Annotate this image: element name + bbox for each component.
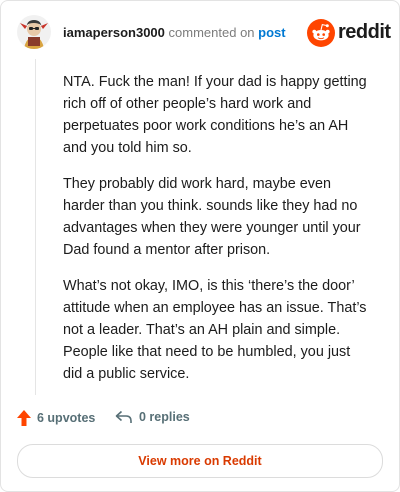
avatar-icon (17, 15, 51, 49)
reddit-brand-link[interactable]: reddit (307, 19, 391, 47)
upvote-arrow-icon (17, 410, 31, 426)
comment-thread-line (35, 59, 36, 395)
reddit-wordmark: reddit (338, 21, 391, 43)
username-link[interactable]: iamaperson3000 (63, 25, 165, 40)
comment-paragraph: What’s not okay, IMO, is this ‘there’s t… (63, 278, 367, 382)
comment-header: iamaperson3000 commented on post reddit (17, 15, 391, 51)
comment-paragraph: They probably did work hard, maybe even … (63, 176, 361, 258)
view-more-label: View more on Reddit (138, 454, 262, 468)
replies-button[interactable]: 0 replies (115, 410, 190, 424)
user-avatar[interactable] (17, 15, 51, 49)
upvote-button[interactable]: 6 upvotes (17, 410, 95, 426)
reddit-logo-icon (307, 19, 335, 47)
comment-body: NTA. Fuck the man! If your dad is happy … (63, 71, 373, 399)
reply-count: 0 replies (139, 410, 190, 424)
view-more-on-reddit-button[interactable]: View more on Reddit (17, 444, 383, 478)
post-link[interactable]: post (258, 25, 285, 40)
upvote-count: 6 upvotes (37, 411, 96, 425)
comment-byline: iamaperson3000 commented on post (63, 25, 286, 41)
reply-arrow-icon (115, 410, 132, 423)
comment-actions: 6 upvotes 0 replies (17, 409, 377, 431)
byline-action-text: commented on (168, 25, 255, 40)
comment-embed-card: iamaperson3000 commented on post reddit … (0, 0, 400, 492)
comment-paragraph: NTA. Fuck the man! If your dad is happy … (63, 74, 367, 156)
